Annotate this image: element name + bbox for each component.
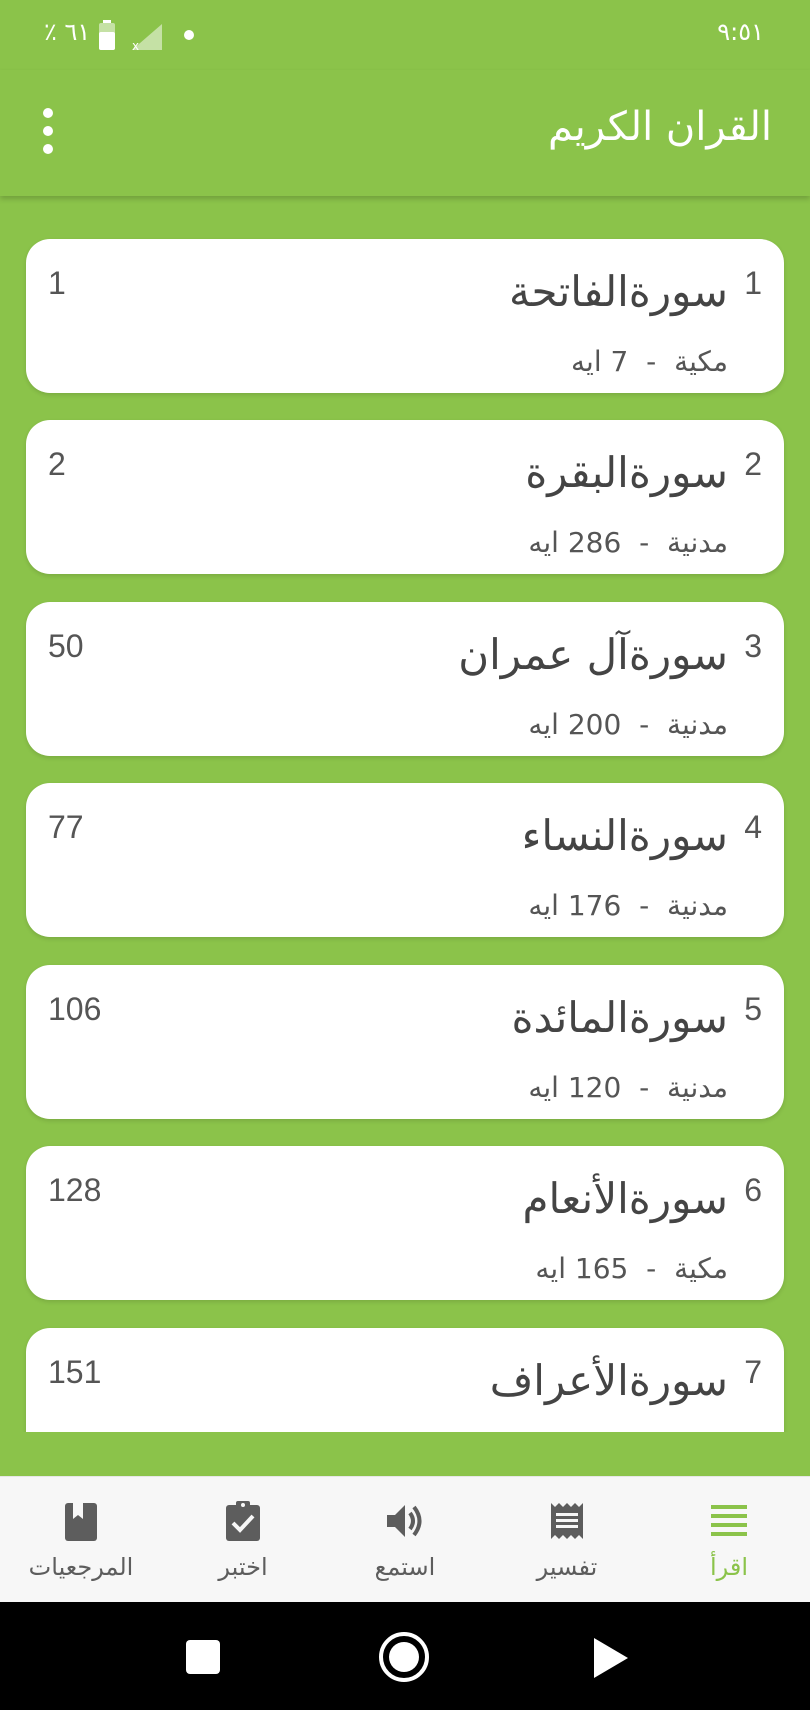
surah-ayat-count: 165 ايه bbox=[535, 1252, 629, 1285]
system-navigation-bar bbox=[0, 1602, 810, 1710]
more-vertical-icon[interactable] bbox=[36, 108, 60, 154]
surah-card[interactable]: 6 سورةالأنعام مكية - 165 ايه 128 bbox=[26, 1146, 784, 1300]
surah-number: 3 bbox=[744, 628, 762, 664]
surah-meta: مدنية - 286 ايه bbox=[528, 526, 728, 559]
surah-card[interactable]: 3 سورةآل عمران مدنية - 200 ايه 50 bbox=[26, 602, 784, 756]
bookmark-book-icon bbox=[65, 1503, 97, 1541]
surah-name: سورةالأنعام bbox=[522, 1174, 728, 1223]
meta-separator: - bbox=[639, 889, 650, 922]
surah-page: 2 bbox=[48, 446, 66, 482]
surah-number: 4 bbox=[744, 809, 762, 845]
surah-page: 106 bbox=[48, 991, 102, 1027]
surah-page: 50 bbox=[48, 628, 84, 664]
nav-item-references[interactable]: المرجعيات bbox=[0, 1477, 162, 1602]
nav-label: اقرأ bbox=[709, 1553, 749, 1581]
surah-meta: مدنية - 200 ايه bbox=[528, 708, 728, 741]
nav-label: استمع bbox=[374, 1553, 436, 1581]
notification-dot-icon bbox=[184, 30, 194, 40]
surah-page: 77 bbox=[48, 809, 84, 845]
home-icon[interactable] bbox=[379, 1632, 429, 1682]
surah-page: 1 bbox=[48, 265, 66, 301]
surah-name: سورةآل عمران bbox=[458, 630, 728, 679]
nav-item-read[interactable]: اقرأ bbox=[648, 1477, 810, 1602]
surah-number: 2 bbox=[744, 446, 762, 482]
back-icon[interactable] bbox=[594, 1638, 628, 1678]
battery-percentage: ٪ ٦١ bbox=[44, 18, 91, 46]
surah-page: 151 bbox=[48, 1354, 102, 1390]
surah-meta: مكية - 165 ايه bbox=[535, 1252, 728, 1285]
nav-label: اختبر bbox=[218, 1553, 268, 1581]
nav-label: تفسير bbox=[536, 1553, 598, 1581]
surah-type: مدنية bbox=[667, 708, 728, 741]
bottom-navigation: اقرأ تفسير استمع اختبر المرجعيات bbox=[0, 1476, 810, 1602]
meta-separator: - bbox=[639, 526, 650, 559]
surah-name: سورةالبقرة bbox=[525, 448, 728, 497]
recent-apps-icon[interactable] bbox=[186, 1640, 220, 1674]
meta-separator: - bbox=[646, 345, 657, 378]
surah-ayat-count: 286 ايه bbox=[528, 526, 622, 559]
surah-name: سورةالنساء bbox=[521, 811, 728, 860]
surah-card[interactable]: 4 سورةالنساء مدنية - 176 ايه 77 bbox=[26, 783, 784, 937]
surah-type: مدنية bbox=[667, 526, 728, 559]
surah-number: 7 bbox=[744, 1354, 762, 1390]
surah-card[interactable]: 2 سورةالبقرة مدنية - 286 ايه 2 bbox=[26, 420, 784, 574]
surah-type: مدنية bbox=[667, 889, 728, 922]
list-lines-icon bbox=[711, 1505, 747, 1536]
meta-separator: - bbox=[646, 1252, 657, 1285]
surah-card[interactable]: 1 سورةالفاتحة مكية - 7 ايه 1 bbox=[26, 239, 784, 393]
surah-page: 128 bbox=[48, 1172, 102, 1208]
surah-meta: مكية - 7 ايه bbox=[571, 345, 728, 378]
nav-label: المرجعيات bbox=[28, 1553, 134, 1581]
surah-meta: مدنية - 120 ايه bbox=[528, 1071, 728, 1104]
nav-item-test[interactable]: اختبر bbox=[162, 1477, 324, 1602]
volume-icon bbox=[387, 1505, 422, 1537]
surah-type: مكية bbox=[674, 345, 728, 378]
meta-separator: - bbox=[639, 708, 650, 741]
page-title: القران الكريم bbox=[547, 104, 772, 150]
surah-card[interactable]: 5 سورةالمائدة مدنية - 120 ايه 106 bbox=[26, 965, 784, 1119]
surah-card[interactable]: 7 سورةالأعراف 151 bbox=[26, 1328, 784, 1432]
status-bar: ٪ ٦١ x ٩:٥١ bbox=[0, 0, 810, 70]
surah-name: سورةالمائدة bbox=[511, 993, 728, 1042]
surah-number: 6 bbox=[744, 1172, 762, 1208]
surah-name: سورةالفاتحة bbox=[508, 267, 728, 316]
surah-type: مكية bbox=[674, 1252, 728, 1285]
surah-number: 5 bbox=[744, 991, 762, 1027]
surah-name: سورةالأعراف bbox=[489, 1356, 728, 1405]
battery-icon bbox=[99, 20, 115, 50]
nav-item-listen[interactable]: استمع bbox=[324, 1477, 486, 1602]
meta-separator: - bbox=[639, 1071, 650, 1104]
svg-text:x: x bbox=[132, 39, 139, 50]
app-bar: القران الكريم bbox=[0, 70, 810, 196]
signal-icon: x bbox=[132, 24, 162, 50]
surah-ayat-count: 176 ايه bbox=[528, 889, 622, 922]
surah-meta: مدنية - 176 ايه bbox=[528, 889, 728, 922]
surah-ayat-count: 120 ايه bbox=[528, 1071, 622, 1104]
surah-number: 1 bbox=[744, 265, 762, 301]
surah-list[interactable]: 1 سورةالفاتحة مكية - 7 ايه 1 2 سورةالبقر… bbox=[0, 196, 810, 1432]
nav-item-tafsir[interactable]: تفسير bbox=[486, 1477, 648, 1602]
surah-ayat-count: 7 ايه bbox=[571, 345, 629, 378]
status-time: ٩:٥١ bbox=[717, 18, 764, 46]
receipt-icon bbox=[551, 1503, 583, 1539]
surah-type: مدنية bbox=[667, 1071, 728, 1104]
surah-ayat-count: 200 ايه bbox=[528, 708, 622, 741]
clipboard-check-icon bbox=[226, 1501, 260, 1541]
